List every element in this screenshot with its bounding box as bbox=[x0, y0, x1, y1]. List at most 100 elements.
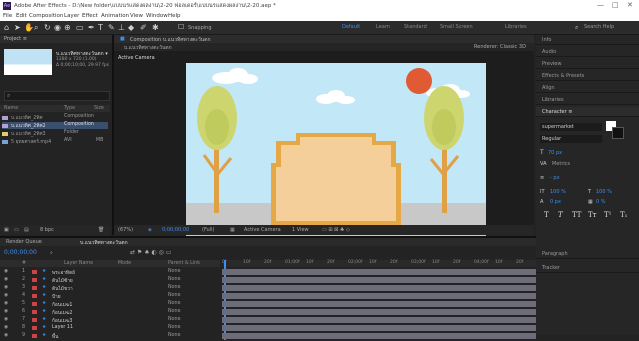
faux-bold-button[interactable]: T bbox=[544, 211, 549, 219]
baseline-shift-value[interactable]: 0 px bbox=[550, 199, 561, 205]
layer-row[interactable]: ◉ 3 ★ ต้นไม้ขวา None bbox=[0, 285, 220, 292]
layer-duration-bar[interactable] bbox=[222, 317, 536, 323]
magnification-dropdown[interactable]: (67%) bbox=[118, 227, 133, 233]
column-number[interactable]: # bbox=[22, 261, 26, 266]
visibility-icon[interactable]: ◉ bbox=[4, 301, 8, 306]
visibility-icon[interactable]: ◉ bbox=[4, 269, 8, 274]
time-ruler[interactable]: 0f 10f 20f 01;00f 10f 20f 02;00f 10f 20f… bbox=[222, 260, 536, 267]
horizontal-scale-value[interactable]: 100 % bbox=[596, 189, 612, 195]
search-help-icon[interactable]: ⌕ bbox=[575, 24, 578, 32]
info-panel-tab[interactable]: Info bbox=[536, 35, 639, 45]
label-color-swatch[interactable] bbox=[32, 302, 37, 306]
column-mode[interactable]: Mode bbox=[118, 261, 131, 266]
column-name[interactable]: Name bbox=[4, 106, 18, 111]
close-button[interactable]: ✕ bbox=[627, 1, 633, 9]
new-comp-icon[interactable]: ▤ bbox=[24, 227, 29, 233]
layer-parent[interactable]: None bbox=[168, 325, 181, 330]
project-item-selected[interactable]: บ.แนวทิศ_2ทิศ2 Composition bbox=[2, 122, 108, 129]
all-caps-button[interactable]: TT bbox=[572, 211, 581, 219]
camera-tool-icon[interactable]: ◉ bbox=[54, 23, 61, 32]
comp-timecode[interactable]: 0;00;00;00 bbox=[162, 227, 189, 233]
label-color-swatch[interactable] bbox=[32, 326, 37, 330]
minimize-button[interactable]: — bbox=[597, 1, 604, 9]
menu-layer[interactable]: Layer bbox=[64, 13, 79, 19]
view-options-icon[interactable]: ▭ ⊞ ⊠ ♣ ◇ bbox=[322, 227, 350, 233]
snapping-checkbox[interactable]: ☐ bbox=[178, 23, 184, 31]
new-folder-icon[interactable]: ▭ bbox=[14, 227, 19, 233]
column-layer-name[interactable]: Layer Name bbox=[64, 261, 93, 266]
label-color-swatch[interactable] bbox=[32, 310, 37, 314]
trash-icon[interactable]: 🗑 bbox=[98, 227, 104, 233]
layer-row[interactable]: ◉ 2 ★ ต้นไม้ซ้าย None bbox=[0, 277, 220, 284]
layer-parent[interactable]: None bbox=[168, 285, 181, 290]
align-panel-tab[interactable]: Align bbox=[536, 83, 639, 93]
layer-duration-bar[interactable] bbox=[222, 309, 536, 315]
layer-name[interactable]: Layer 11 bbox=[52, 325, 73, 330]
layer-name[interactable]: ต้นไม้ซ้าย bbox=[52, 277, 73, 285]
layer-row[interactable]: ◉ 1 ★ พระอาทิตย์ None bbox=[0, 269, 220, 276]
resolution-dropdown[interactable]: (Full) bbox=[202, 227, 214, 233]
timeline-switches-icon[interactable]: ⇄ ⚑ ♠ ◐ ◎ ▭ bbox=[130, 249, 171, 256]
layer-name[interactable]: พระอาทิตย์ bbox=[52, 269, 75, 277]
label-color-swatch[interactable] bbox=[32, 294, 37, 298]
layer-row[interactable]: ◉ 7 ★ ก้อนเมฆ3 None bbox=[0, 317, 220, 324]
stroke-width-value[interactable]: - px bbox=[550, 175, 560, 181]
selection-tool-icon[interactable]: ➤ bbox=[14, 23, 21, 32]
type-tool-icon[interactable]: T bbox=[98, 23, 103, 32]
visibility-icon[interactable]: ◉ bbox=[4, 309, 8, 314]
layer-name[interactable]: ก้อนเมฆ3 bbox=[52, 317, 72, 325]
label-color-swatch[interactable] bbox=[32, 334, 37, 338]
workspace-learn[interactable]: Learn bbox=[376, 24, 390, 30]
hand-tool-icon[interactable]: ✋ bbox=[24, 23, 34, 32]
menu-window[interactable]: Window bbox=[146, 13, 168, 19]
layer-duration-bar[interactable] bbox=[222, 293, 536, 299]
visibility-icon[interactable]: ◉ bbox=[4, 293, 8, 298]
label-color-swatch[interactable] bbox=[32, 270, 37, 274]
paragraph-panel-tab[interactable]: Paragraph bbox=[536, 249, 639, 259]
comp-viewer[interactable] bbox=[186, 63, 486, 238]
visibility-icon[interactable]: ◉ bbox=[4, 325, 8, 330]
lock-icon[interactable]: ■ bbox=[120, 36, 125, 42]
layer-row[interactable]: ◉ 8 ★ Layer 11 None bbox=[0, 325, 220, 332]
visibility-icon[interactable]: ◉ bbox=[4, 317, 8, 322]
region-of-interest-icon[interactable]: ▦ bbox=[230, 227, 235, 233]
layer-row[interactable]: ◉ 4 ★ ป้าย None bbox=[0, 293, 220, 300]
layer-parent[interactable]: None bbox=[168, 269, 181, 274]
menu-help[interactable]: Help bbox=[168, 13, 181, 19]
timeline-timecode[interactable]: 0;00;00;00 bbox=[4, 249, 37, 256]
puppet-pin-tool-icon[interactable]: ✱ bbox=[152, 23, 159, 32]
search-help-input[interactable]: Search Help bbox=[584, 24, 614, 30]
eraser-tool-icon[interactable]: ◆ bbox=[128, 23, 134, 32]
layer-parent[interactable]: None bbox=[168, 309, 181, 314]
renderer-label[interactable]: Renderer: Classic 3D bbox=[474, 44, 526, 50]
comp-tab[interactable]: บ.แนวทิศทางตะวันตก bbox=[124, 44, 172, 52]
visibility-icon[interactable]: ◉ bbox=[4, 285, 8, 290]
layer-duration-bar[interactable] bbox=[222, 325, 536, 331]
project-search-input[interactable]: ⌕ bbox=[4, 91, 110, 101]
label-color-swatch[interactable] bbox=[32, 286, 37, 290]
layer-name[interactable]: ต้นไม้ขวา bbox=[52, 285, 73, 293]
menu-edit[interactable]: Edit bbox=[16, 13, 27, 19]
layer-duration-bar[interactable] bbox=[222, 269, 536, 275]
vertical-scale-value[interactable]: 100 % bbox=[550, 189, 566, 195]
menu-animation[interactable]: Animation bbox=[101, 13, 129, 19]
layer-parent[interactable]: None bbox=[168, 317, 181, 322]
effects-presets-panel-tab[interactable]: Effects & Presets bbox=[536, 71, 639, 81]
project-item[interactable]: บ.แนวทิศ_2ทิศ Composition bbox=[2, 114, 108, 121]
layer-parent[interactable]: None bbox=[168, 333, 181, 338]
layer-parent[interactable]: None bbox=[168, 277, 181, 282]
layer-row[interactable]: ◉ 6 ★ ก้อนเมฆ2 None bbox=[0, 309, 220, 316]
small-caps-button[interactable]: Tт bbox=[588, 211, 597, 219]
subscript-button[interactable]: T₁ bbox=[620, 211, 627, 219]
brush-tool-icon[interactable]: ✎ bbox=[108, 23, 115, 32]
layer-duration-bar[interactable] bbox=[222, 333, 536, 339]
visibility-icon[interactable]: ◉ bbox=[4, 277, 8, 282]
kerning-dropdown[interactable]: Metrics bbox=[552, 161, 570, 167]
preview-panel-tab[interactable]: Preview bbox=[536, 59, 639, 69]
character-panel-title[interactable]: Character ≡ bbox=[536, 107, 639, 117]
roto-brush-tool-icon[interactable]: ✐ bbox=[140, 23, 147, 32]
layer-name[interactable]: ก้อนเมฆ1 bbox=[52, 301, 72, 309]
bpc-label[interactable]: 8 bpc bbox=[40, 227, 54, 233]
layer-duration-bar[interactable] bbox=[222, 277, 536, 283]
visibility-icon[interactable]: ◉ bbox=[4, 333, 8, 338]
